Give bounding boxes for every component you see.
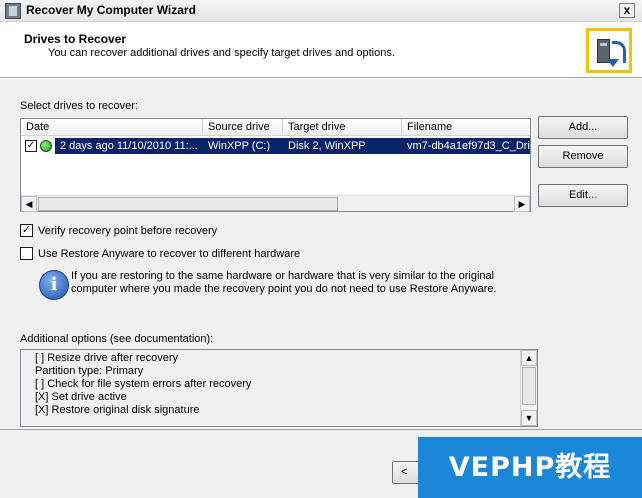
add-button[interactable]: Add... xyxy=(538,116,628,139)
scroll-thumb[interactable] xyxy=(522,367,536,405)
row-checkbox[interactable]: ✓ xyxy=(25,140,37,152)
title-bar: Recover My Computer Wizard x xyxy=(0,0,642,22)
table-header: Date Source drive Target drive Filename xyxy=(21,119,530,136)
scroll-right-icon[interactable]: ▶ xyxy=(514,196,530,212)
option-line: [X] Set drive active xyxy=(35,391,127,403)
option-line: Partition type: Primary xyxy=(35,365,144,377)
app-icon xyxy=(5,3,21,19)
row-source: WinXPP (C:) xyxy=(203,138,283,154)
remove-button[interactable]: Remove xyxy=(538,145,628,168)
close-button[interactable]: x xyxy=(619,3,635,18)
drives-label: Select drives to recover: xyxy=(20,100,138,112)
scroll-up-icon[interactable]: ▲ xyxy=(521,350,537,366)
horizontal-scrollbar[interactable]: ◀ ▶ xyxy=(21,195,530,212)
option-line: [ ] Resize drive after recovery xyxy=(35,352,179,364)
row-filename: vm7-db4a1ef97d3_C_Drive xyxy=(402,138,530,154)
scroll-thumb[interactable] xyxy=(38,197,338,211)
row-date: 2 days ago 11/10/2010 11:... xyxy=(55,138,203,154)
option-line: [X] Restore original disk signature xyxy=(35,404,200,416)
status-ok-icon xyxy=(40,140,52,152)
recover-computer-icon xyxy=(586,28,632,73)
wizard-header: Drives to Recover You can recover additi… xyxy=(0,22,642,78)
restore-anyware-checkbox[interactable] xyxy=(20,247,33,260)
table-row[interactable]: ✓ 2 days ago 11/10/2010 11:... WinXPP (C… xyxy=(21,138,530,154)
footer-divider xyxy=(0,429,642,430)
page-subtitle: You can recover additional drives and sp… xyxy=(48,47,395,59)
scroll-down-icon[interactable]: ▼ xyxy=(521,410,537,426)
row-target: Disk 2, WinXPP xyxy=(283,138,402,154)
additional-options-box[interactable]: [ ] Resize drive after recovery Partitio… xyxy=(20,349,538,427)
edit-button[interactable]: Edit... xyxy=(538,184,628,207)
drives-table[interactable]: Date Source drive Target drive Filename … xyxy=(20,118,531,212)
window-title: Recover My Computer Wizard xyxy=(26,3,196,17)
vertical-scrollbar[interactable]: ▲ ▼ xyxy=(520,350,537,426)
page-title: Drives to Recover xyxy=(24,32,127,46)
restore-anyware-label[interactable]: Use Restore Anyware to recover to differ… xyxy=(38,248,300,260)
column-filename[interactable]: Filename xyxy=(402,119,530,136)
column-date[interactable]: Date xyxy=(21,119,203,136)
column-source-drive[interactable]: Source drive xyxy=(203,119,283,136)
info-text: If you are restoring to the same hardwar… xyxy=(71,270,497,295)
info-icon: i xyxy=(39,270,69,300)
scroll-left-icon[interactable]: ◀ xyxy=(21,196,37,212)
wizard-body: Select drives to recover: Date Source dr… xyxy=(0,79,642,498)
arrowhead-icon xyxy=(607,59,619,67)
verify-checkbox[interactable]: ✓ xyxy=(20,224,33,237)
watermark-banner: VEPHP教程 xyxy=(418,437,642,498)
column-target-drive[interactable]: Target drive xyxy=(283,119,402,136)
option-line: [ ] Check for file system errors after r… xyxy=(35,378,252,390)
verify-label[interactable]: Verify recovery point before recovery xyxy=(38,225,217,237)
additional-options-label: Additional options (see documentation): xyxy=(20,333,214,345)
